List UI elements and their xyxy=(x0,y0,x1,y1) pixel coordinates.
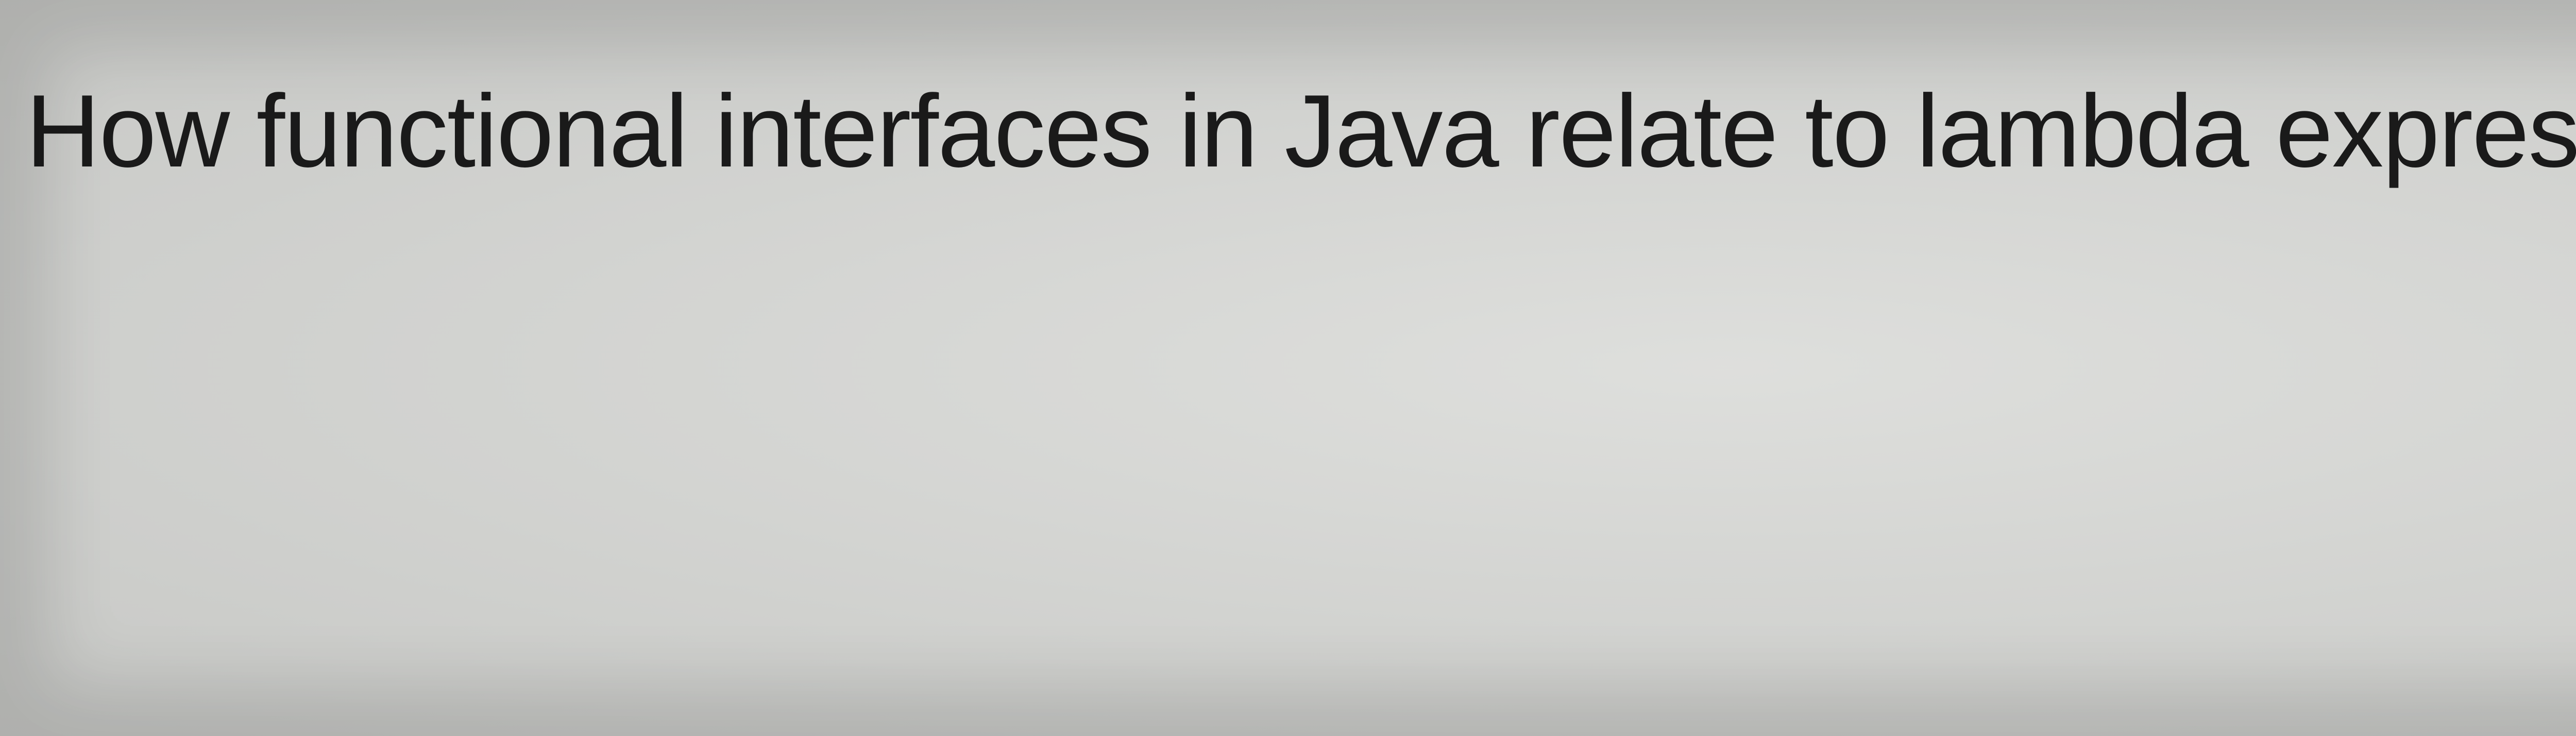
question-text: How functional interfaces in Java relate… xyxy=(26,72,2576,191)
